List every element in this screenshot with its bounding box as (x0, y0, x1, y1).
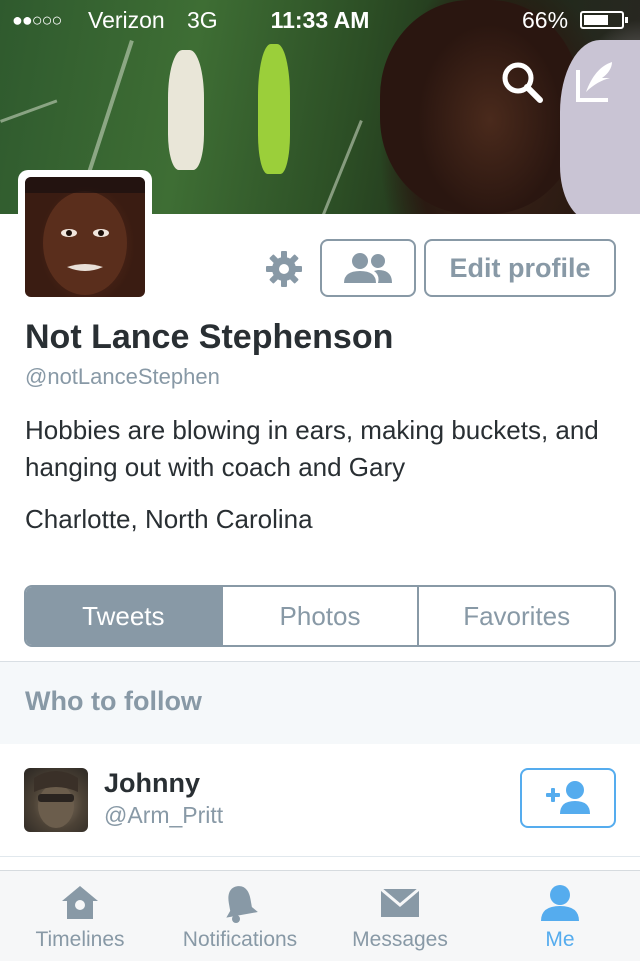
follow-button[interactable] (520, 768, 616, 828)
settings-gear-icon[interactable] (264, 249, 304, 289)
avatar[interactable] (25, 177, 145, 297)
avatar[interactable] (24, 768, 88, 832)
compose-tweet-icon[interactable] (572, 58, 620, 106)
tab-me[interactable]: Me (480, 871, 640, 961)
bottom-tab-bar: Timelines Notifications Messages Me (0, 870, 640, 961)
profile-avatar-frame (18, 170, 152, 304)
tab-label: Notifications (182, 928, 298, 951)
person-icon (541, 885, 579, 921)
profile-location: Charlotte, North Carolina (25, 504, 313, 534)
lists-button[interactable] (320, 239, 416, 297)
tab-timelines[interactable]: Timelines (0, 871, 160, 961)
battery-fill (584, 15, 608, 25)
list-item[interactable]: Johnny @Arm_Pritt (0, 744, 640, 857)
field-line (0, 99, 58, 123)
banner-player (258, 44, 290, 174)
edit-profile-button[interactable]: Edit profile (424, 239, 616, 297)
home-icon (62, 886, 98, 919)
suggest-avatar-photo (34, 771, 78, 828)
tab-tweets[interactable]: Tweets (26, 587, 221, 645)
suggestion-handle: @Arm_Pritt (104, 802, 224, 828)
suggestion-name: Johnny (104, 768, 201, 798)
battery-nub (625, 17, 628, 23)
search-icon[interactable] (498, 58, 546, 106)
banner-player (168, 50, 204, 170)
status-bar: ●●○○○ Verizon 3G 11:33 AM 66% (0, 0, 640, 40)
battery-percent: 66% (522, 7, 569, 33)
tab-favorites[interactable]: Favorites (417, 587, 614, 645)
tab-label: Messages (352, 928, 448, 951)
people-icon (344, 253, 392, 283)
tab-label: Timelines (35, 928, 125, 951)
profile-handle: @notLanceStephen (25, 364, 220, 389)
profile-bio: Hobbies are blowing in ears, making buck… (25, 415, 599, 482)
profile-name: Not Lance Stephenson (25, 318, 394, 356)
tab-photos[interactable]: Photos (220, 587, 418, 645)
tab-notifications[interactable]: Notifications (160, 871, 320, 961)
profile-tabs: Tweets Photos Favorites (24, 585, 616, 647)
who-to-follow-title: Who to follow (25, 686, 202, 716)
envelope-icon (380, 887, 420, 917)
tab-messages[interactable]: Messages (320, 871, 480, 961)
who-to-follow-header: Who to follow (0, 661, 640, 745)
field-line (315, 120, 363, 214)
battery-icon (580, 11, 628, 29)
add-user-icon (546, 781, 590, 814)
avatar-face (25, 177, 145, 295)
bell-icon (226, 886, 258, 923)
tab-label: Me (545, 928, 575, 951)
